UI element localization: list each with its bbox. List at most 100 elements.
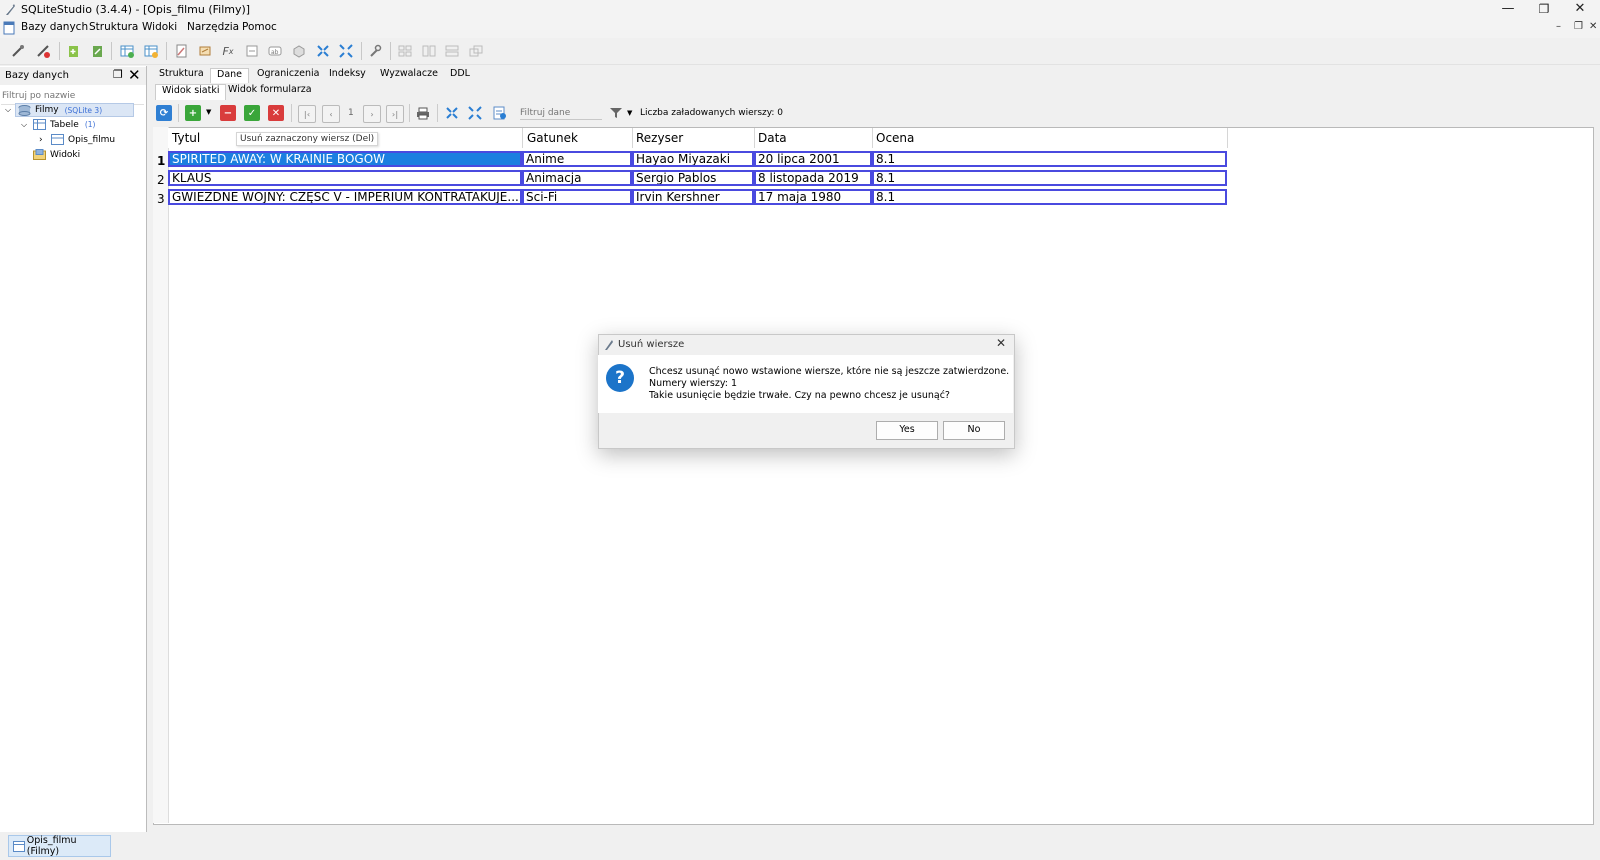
tab-struktura[interactable]: Struktura xyxy=(153,68,210,82)
page-number[interactable]: 1 xyxy=(348,108,354,118)
prev-page-icon[interactable]: ‹ xyxy=(322,105,340,123)
last-page-icon[interactable]: ›| xyxy=(386,105,404,123)
row-number[interactable]: 3 xyxy=(157,192,165,206)
new-trigger-icon[interactable] xyxy=(196,42,214,60)
grid-cell-tytul[interactable]: KLAUS xyxy=(168,170,522,186)
column-header-gatunek[interactable]: Gatunek xyxy=(527,131,578,145)
import-icon[interactable] xyxy=(337,42,355,60)
column-separator xyxy=(632,128,633,148)
subtab-widok-formularza[interactable]: Widok formularza xyxy=(222,84,318,99)
menu-struktura[interactable]: Struktura xyxy=(89,21,138,33)
insert-dropdown-arrow-icon[interactable]: ▼ xyxy=(206,108,211,116)
print-icon[interactable] xyxy=(415,105,431,121)
tab-dane[interactable]: Dane xyxy=(210,68,250,83)
maximize-button[interactable]: ❐ xyxy=(1526,0,1562,20)
close-panel-icon[interactable]: ✕ xyxy=(128,66,141,84)
add-database-icon[interactable] xyxy=(64,42,82,60)
delete-row-icon[interactable]: − xyxy=(220,105,236,121)
mdi-minimize-button[interactable]: – xyxy=(1556,21,1561,32)
column-header-data[interactable]: Data xyxy=(758,131,787,145)
tab-ddl[interactable]: DDL xyxy=(444,68,476,82)
tile-horizontal-icon[interactable] xyxy=(420,42,438,60)
next-page-icon[interactable]: › xyxy=(363,105,381,123)
db-filter-input[interactable] xyxy=(2,88,144,103)
menu-widoki[interactable]: Widoki xyxy=(142,21,177,33)
menu-pomoc[interactable]: Pomoc xyxy=(242,21,277,33)
tile-windows-icon[interactable] xyxy=(396,42,414,60)
no-button[interactable]: No xyxy=(943,421,1005,440)
commit-icon[interactable]: ✓ xyxy=(244,105,260,121)
grid-cell-ocena[interactable]: 8.1 xyxy=(872,151,1227,167)
populate-icon[interactable] xyxy=(492,105,508,121)
close-window-button[interactable]: ✕ xyxy=(1562,0,1598,20)
config-wrench-icon[interactable] xyxy=(366,42,384,60)
rollback-icon[interactable]: ✕ xyxy=(268,105,284,121)
chevron-down-icon[interactable]: ⌵ xyxy=(5,105,15,115)
disconnect-icon[interactable] xyxy=(34,42,52,60)
tab-indeksy[interactable]: Indeksy xyxy=(323,68,372,82)
grid-cell-gatunek[interactable]: Sci-Fi xyxy=(522,189,632,205)
chevron-down-icon[interactable]: ⌵ xyxy=(21,120,33,130)
first-page-icon[interactable]: |‹ xyxy=(298,105,316,123)
sql-editor-icon[interactable] xyxy=(243,42,261,60)
tables-label: Tabele xyxy=(50,119,79,130)
new-table-icon[interactable] xyxy=(118,42,136,60)
minimize-button[interactable]: — xyxy=(1490,0,1526,20)
tree-item-views[interactable]: Widoki xyxy=(33,149,80,160)
table-icon xyxy=(51,134,64,145)
grid-cell-tytul[interactable]: GWIEZDNE WOJNY: CZĘŚĆ V - IMPERIUM KONTR… xyxy=(168,189,522,205)
extension-icon[interactable] xyxy=(290,42,308,60)
mdi-close-button[interactable]: ✕ xyxy=(1589,21,1597,32)
filter-dropdown-arrow-icon[interactable]: ▼ xyxy=(627,109,632,117)
float-panel-icon[interactable]: ❐ xyxy=(113,68,123,81)
grid-cell-rezyser[interactable]: Irvin Kershner xyxy=(632,189,754,205)
tree-item-table-opis-filmu[interactable]: › Opis_filmu xyxy=(39,134,115,145)
grid-cell-rezyser[interactable]: Hayao Miyazaki xyxy=(632,151,754,167)
row-number[interactable]: 1 xyxy=(157,154,165,168)
column-header-tytul[interactable]: Tytul xyxy=(172,131,200,145)
grid-cell-data[interactable]: 17 maja 1980 xyxy=(754,189,872,205)
menu-narzedzia[interactable]: Narzędzia xyxy=(187,21,239,33)
menu-bazy-danych[interactable]: Bazy danych xyxy=(21,21,88,33)
chevron-right-icon[interactable]: › xyxy=(39,135,51,145)
refresh-icon[interactable]: ⟳ xyxy=(156,105,172,121)
edit-database-icon[interactable] xyxy=(88,42,106,60)
tree-item-db-filmy[interactable]: ⌵ Filmy (SQLite 3) xyxy=(5,103,134,117)
grid-cell-gatunek[interactable]: Animacja xyxy=(522,170,632,186)
grid-cell-ocena[interactable]: 8.1 xyxy=(872,189,1227,205)
connect-icon[interactable] xyxy=(9,42,27,60)
yes-button[interactable]: Yes xyxy=(876,421,938,440)
dialog-close-icon[interactable]: ✕ xyxy=(996,336,1006,350)
column-header-rezyser[interactable]: Rezyser xyxy=(636,131,683,145)
collation-icon[interactable]: ab xyxy=(266,42,284,60)
grid-cell-rezyser[interactable]: Sergio Pablos xyxy=(632,170,754,186)
window-button-opis-filmu[interactable]: Opis_filmu (Filmy) xyxy=(8,835,111,857)
row-number[interactable]: 2 xyxy=(157,173,165,187)
grid-cell-tytul[interactable]: SPIRITED AWAY: W KRAINIE BOGÓW xyxy=(168,151,522,167)
export-icon[interactable] xyxy=(314,42,332,60)
grid-cell-data[interactable]: 8 listopada 2019 xyxy=(754,170,872,186)
column-header-ocena[interactable]: Ocena xyxy=(876,131,914,145)
tile-vertical-icon[interactable] xyxy=(443,42,461,60)
function-icon[interactable]: Fx xyxy=(219,42,237,60)
mdi-restore-button[interactable]: ❐ xyxy=(1574,21,1583,32)
main-toolbar xyxy=(0,38,1600,65)
filter-funnel-icon[interactable] xyxy=(609,106,623,123)
insert-row-icon[interactable]: + xyxy=(185,105,201,121)
subtab-widok-siatki[interactable]: Widok siatki xyxy=(155,84,227,100)
edit-table-icon[interactable] xyxy=(142,42,160,60)
tab-ograniczenia[interactable]: Ograniczenia xyxy=(251,68,325,82)
window-button-label: Opis_filmu (Filmy) xyxy=(26,835,77,857)
export-data-icon[interactable] xyxy=(444,105,460,121)
data-grid[interactable] xyxy=(153,127,1594,825)
grid-cell-data[interactable]: 20 lipca 2001 xyxy=(754,151,872,167)
cascade-windows-icon[interactable] xyxy=(467,42,485,60)
import-data-icon[interactable] xyxy=(467,105,483,121)
grid-cell-gatunek[interactable]: Anime xyxy=(522,151,632,167)
grid-cell-ocena[interactable]: 8.1 xyxy=(872,170,1227,186)
tree-item-tables[interactable]: ⌵ Tabele (1) xyxy=(21,119,95,130)
tab-wyzwalacze[interactable]: Wyzwalacze xyxy=(374,68,444,82)
new-index-icon[interactable] xyxy=(172,42,190,60)
db-type: (SQLite 3) xyxy=(64,105,103,115)
filter-data-input[interactable] xyxy=(520,106,602,120)
